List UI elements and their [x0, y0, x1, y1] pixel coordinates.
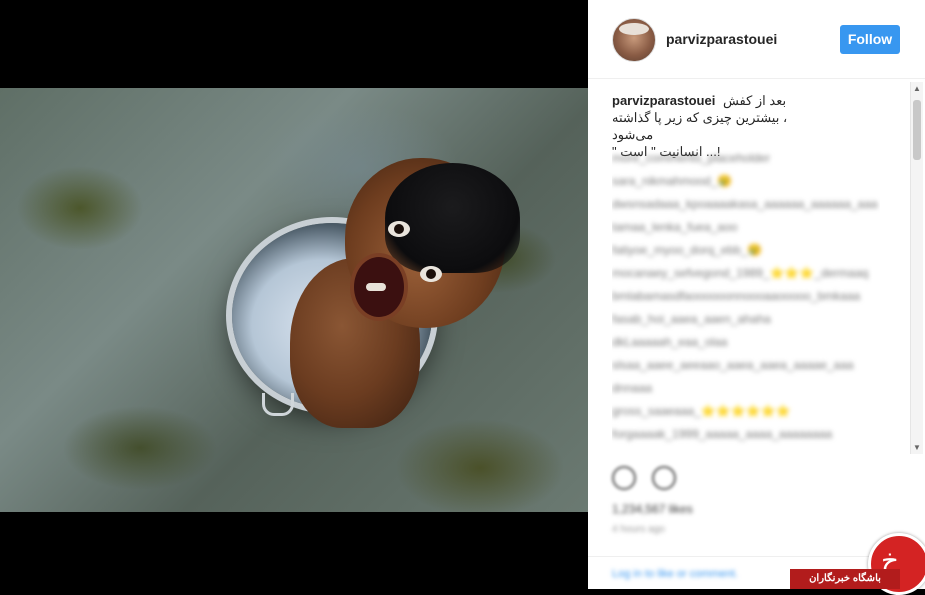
list-item: dkLaaaaah_eaa_olaa: [612, 335, 728, 349]
scroll-up-arrow-icon[interactable]: ▲: [911, 84, 923, 93]
likes-count[interactable]: 1,234,567 likes: [612, 502, 693, 516]
child-eye-right: [420, 266, 442, 282]
comment-icon[interactable]: [652, 466, 676, 490]
list-item: bmlabamasdfaoooooonnoooaaooooo_bmkaaa: [612, 289, 861, 303]
list-item: gross_saaeaaa_⭐⭐⭐⭐⭐⭐: [612, 404, 791, 418]
comments-scrollbar[interactable]: ▲ ▼: [910, 82, 923, 454]
caption-username[interactable]: parvizparastouei: [612, 93, 715, 108]
follow-button[interactable]: Follow: [840, 25, 900, 54]
child-hair-shape: [385, 163, 520, 273]
comment-list: more_comments_placeholder sara_nikmahmoo…: [612, 150, 880, 460]
caption-line-1: بعد از کفش: [722, 93, 787, 108]
watermark-label: باشگاه خبرنگاران: [790, 569, 900, 589]
post-actions: [612, 466, 902, 490]
heart-icon[interactable]: [612, 466, 636, 490]
header-username[interactable]: parvizparastouei: [666, 31, 777, 47]
list-item: fatiyoe_myoo_dorq_ebb_😢: [612, 243, 763, 257]
avatar[interactable]: [612, 18, 656, 62]
post-photo[interactable]: [0, 88, 588, 512]
list-item: slsaa_aaee_aeeaao_aaea_aaea_aaaae_aaa: [612, 358, 854, 372]
child-mouth: [350, 253, 408, 321]
child-eye-left: [388, 221, 410, 237]
list-item: mocanaey_sefvegond_1989_⭐⭐⭐_dermaaq: [612, 266, 869, 280]
list-item: more_comments_placeholder: [612, 151, 771, 165]
scrollbar-thumb[interactable]: [913, 100, 921, 160]
list-item: fasab_hoi_aaea_aaen_ahaha: [612, 312, 771, 326]
scroll-down-arrow-icon[interactable]: ▼: [911, 443, 923, 452]
post-timestamp: 4 hours ago: [612, 524, 665, 535]
post-header: parvizparastouei Follow: [588, 0, 925, 79]
bucket-handle: [262, 393, 294, 416]
list-item: dnnaaa: [612, 381, 653, 395]
login-link[interactable]: Log in to like or comment.: [612, 568, 738, 580]
post-side-panel: parvizparastouei Follow parvizparastouei…: [588, 0, 925, 589]
post-media-area: [0, 0, 588, 589]
list-item: sara_nikmahmood_😢: [612, 174, 733, 188]
caption-line-2: ، بیشترین چیزی که زیر پا گذاشته می‌شود: [612, 110, 788, 142]
list-item: dwsnsadaaa_kpoaaaakasa_aaaaaa_aaaaaa_aaa: [612, 197, 878, 211]
list-item: tamaa_lenka_fuea_aoo: [612, 220, 738, 234]
list-item: forgaaaak_1999_aaaaa_aaaa_aaaaaaaa: [612, 427, 833, 441]
